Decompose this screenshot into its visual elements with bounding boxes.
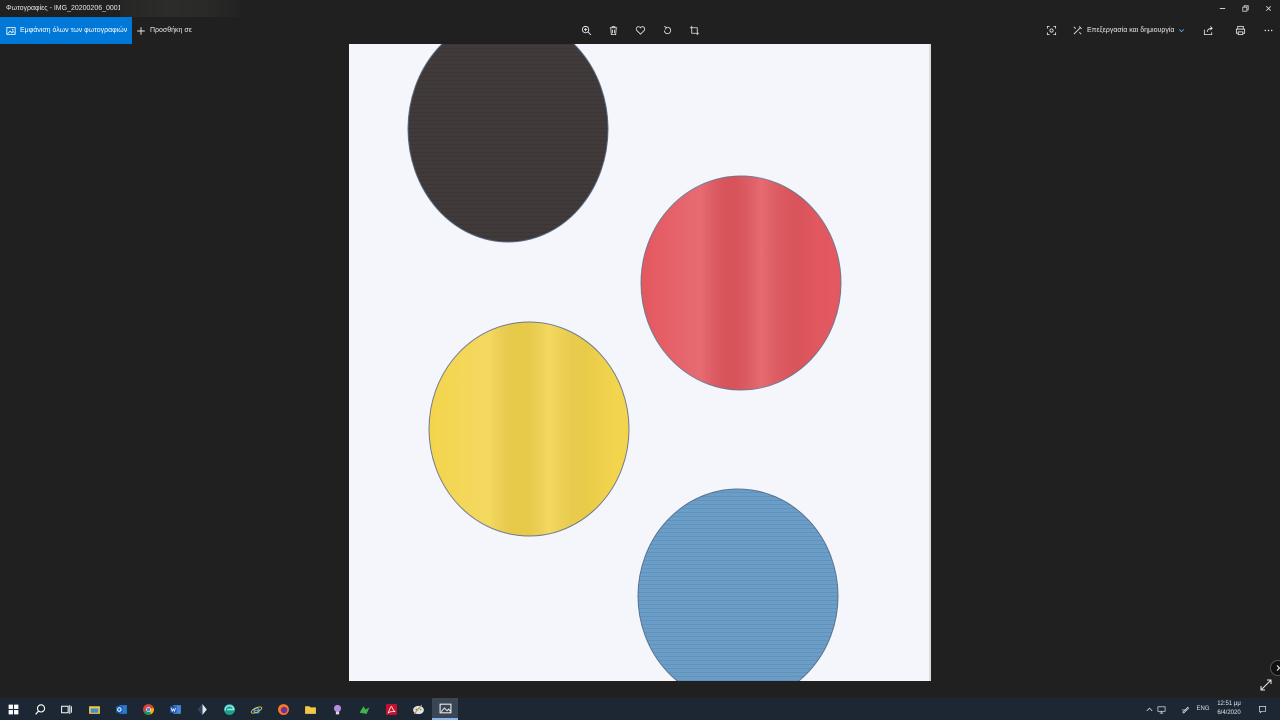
taskbar-app-diamond[interactable] [189, 698, 215, 720]
search-icon [34, 703, 45, 715]
windows-logo-icon [8, 704, 18, 714]
pen-workspace-button[interactable] [1178, 698, 1192, 720]
chevron-up-icon [1146, 707, 1152, 711]
word-icon [169, 704, 181, 714]
taskbar-internet-explorer[interactable]: e [243, 698, 269, 720]
view-all-photos-button[interactable]: Εμφάνιση όλων των φωτογραφιών [0, 17, 132, 44]
outlook-icon [115, 704, 127, 714]
network-button[interactable] [1155, 698, 1168, 720]
paint-palette-icon [412, 704, 424, 714]
heart-icon [635, 26, 645, 35]
clock-date: 6/4/2020 [1217, 710, 1241, 716]
edit-create-icon [1073, 26, 1082, 35]
diamond-app-icon [197, 703, 207, 715]
add-to-label: Προσθήκη σε [150, 27, 192, 34]
pen-icon [1181, 706, 1189, 714]
delete-button[interactable] [601, 17, 625, 44]
taskbar-search-button[interactable] [27, 698, 53, 720]
firefox-icon [277, 703, 289, 715]
taskbar-word[interactable] [162, 698, 188, 720]
share-button[interactable] [1196, 17, 1220, 44]
red-circle-texture [641, 176, 841, 390]
title-bar: Φωτογραφίες - IMG_20200206_0001.jpg [0, 0, 1280, 17]
lightbulb-icon [333, 704, 341, 714]
minimize-button[interactable] [1211, 0, 1233, 17]
notification-icon [1258, 705, 1266, 714]
photos-icon [439, 703, 451, 713]
chevron-down-icon [1179, 29, 1185, 33]
select-subject-button[interactable] [1039, 17, 1063, 44]
restore-button[interactable] [1234, 0, 1256, 17]
internet-explorer-icon: e [250, 703, 262, 716]
next-photo-button[interactable] [1270, 660, 1280, 676]
edit-create-button[interactable]: Επεξεργασία και δημιουργία [1072, 17, 1185, 44]
window-title: Φωτογραφίες - IMG_20200206_0001.jpg [6, 5, 133, 12]
folder-icon [304, 705, 316, 714]
taskbar-chrome[interactable] [135, 698, 161, 720]
clock-time: 12:51 μμ [1217, 701, 1241, 707]
chevron-right-icon [1276, 665, 1280, 671]
file-explorer-icon [88, 705, 100, 714]
taskbar-photos[interactable] [432, 698, 458, 720]
view-all-label: Εμφάνιση όλων των φωτογραφιών [20, 27, 128, 34]
network-icon [1157, 705, 1166, 713]
crop-icon [689, 25, 699, 36]
acrobat-icon [385, 703, 397, 715]
favorite-button[interactable] [628, 17, 652, 44]
black-circle-texture [408, 44, 608, 242]
scanned-image [407, 44, 842, 681]
taskbar-firefox[interactable] [270, 698, 296, 720]
taskbar-edge[interactable] [216, 698, 242, 720]
taskbar-app-green[interactable] [351, 698, 377, 720]
zoom-button[interactable] [574, 17, 598, 44]
action-center-button[interactable] [1254, 698, 1270, 720]
minimize-icon [1219, 8, 1225, 9]
taskbar: e ENG 12:51 μμ 6/4/2020 [0, 698, 1280, 720]
photo-toolbar: Εμφάνιση όλων των φωτογραφιών Προσθήκη σ… [0, 17, 1280, 44]
show-hidden-icons-button[interactable] [1143, 698, 1155, 720]
clock[interactable]: 12:51 μμ 6/4/2020 [1208, 700, 1250, 718]
edge-icon [223, 703, 235, 715]
face-frame-icon [1046, 25, 1056, 36]
title-bar-blur [120, 0, 240, 17]
share-icon [1203, 26, 1213, 36]
rotate-icon [663, 26, 671, 35]
chrome-icon [142, 703, 154, 715]
task-view-button[interactable] [53, 698, 79, 720]
add-to-button[interactable]: Προσθήκη σε [136, 17, 192, 44]
blue-circle-texture [638, 489, 838, 681]
trash-icon [609, 26, 617, 36]
photo-gallery-icon [6, 26, 16, 35]
task-view-icon [60, 704, 72, 714]
start-button[interactable] [0, 698, 26, 720]
svg-text:e: e [252, 703, 259, 716]
crop-button[interactable] [682, 17, 706, 44]
fullscreen-icon[interactable] [1259, 678, 1273, 692]
zoom-in-icon [581, 25, 591, 36]
taskbar-file-explorer[interactable] [81, 698, 107, 720]
edit-create-label: Επεξεργασία και δημιουργία [1087, 27, 1175, 34]
taskbar-app-paint[interactable] [405, 698, 431, 720]
taskbar-outlook[interactable] [108, 698, 134, 720]
close-icon [1265, 5, 1271, 12]
close-button[interactable] [1257, 0, 1279, 17]
photos-app-window: Φωτογραφίες - IMG_20200206_0001.jpg Εμφά… [0, 0, 1280, 720]
rotate-button[interactable] [655, 17, 679, 44]
restore-icon [1241, 5, 1249, 12]
taskbar-app-bulb[interactable] [324, 698, 350, 720]
more-options-button[interactable] [1256, 17, 1280, 44]
more-icon [1264, 29, 1272, 32]
plus-icon [137, 26, 145, 35]
printer-icon [1235, 25, 1245, 36]
taskbar-file-manager[interactable] [297, 698, 323, 720]
print-button[interactable] [1228, 17, 1252, 44]
photo-canvas[interactable] [349, 44, 931, 681]
yellow-circle-texture [429, 322, 629, 536]
green-app-icon [359, 705, 369, 714]
taskbar-acrobat[interactable] [378, 698, 404, 720]
